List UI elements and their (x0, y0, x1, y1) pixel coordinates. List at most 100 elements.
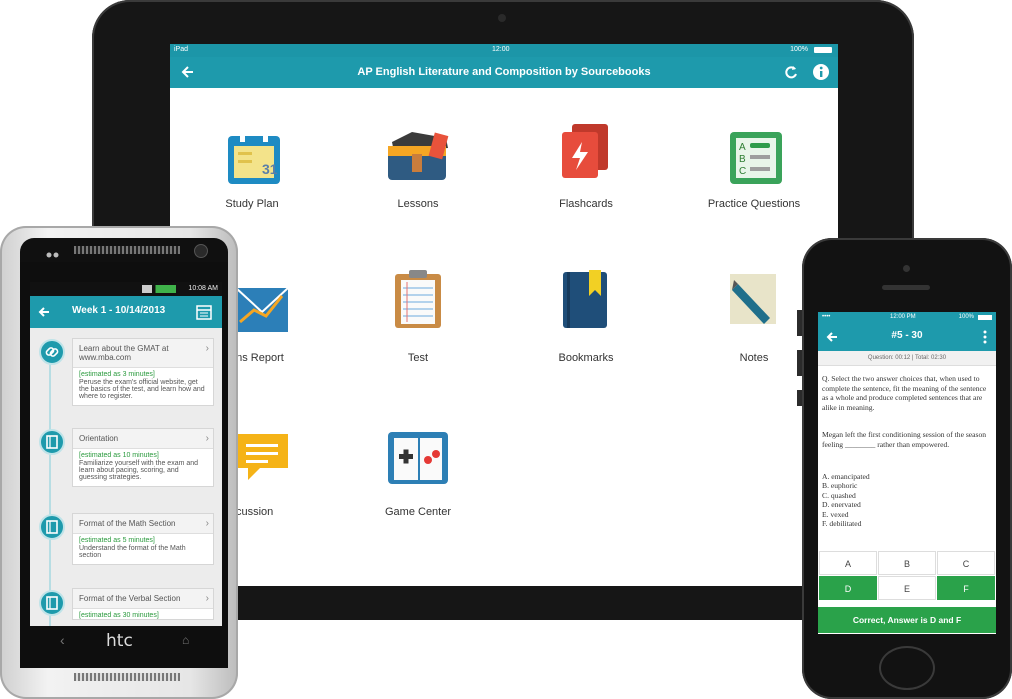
htc-bottom-grille (74, 673, 180, 681)
step-description: Familiarize yourself with the exam and l… (79, 460, 199, 481)
calendar-icon[interactable] (196, 304, 212, 320)
step-estimate: [estimated as 30 minutes] (79, 612, 159, 619)
step-title-text: Format of the Math Section (79, 519, 176, 528)
tile-label: Study Plan (225, 198, 279, 210)
answer-button-d[interactable]: D (819, 576, 877, 600)
tile-label: Game Center (384, 506, 452, 518)
ipad-nav-bar: AP English Literature and Composition by… (170, 57, 838, 88)
step-title: Learn about the GMAT at www.mba.com › (73, 339, 213, 368)
step-title: Format of the Math Section › (73, 514, 213, 534)
step-title-text: Format of the Verbal Section (79, 594, 181, 603)
htc-logo: htc (106, 631, 133, 651)
answer-button-a[interactable]: A (819, 551, 877, 575)
pencil-icon (730, 274, 776, 324)
step-description: Peruse the exam's official website, get … (79, 379, 205, 400)
htc-clock: 10:08 AM (188, 285, 218, 292)
tile-label: cussion (236, 506, 274, 518)
answer-button-b[interactable]: B (878, 551, 936, 575)
step-title: Format of the Verbal Section › (73, 589, 213, 609)
answer-button-f[interactable]: F (937, 576, 995, 600)
question-timer: Question: 00:12 | Total: 02:30 (818, 351, 996, 366)
choice-item: E. vexed (822, 509, 849, 519)
bookmark-book-icon (563, 270, 607, 328)
step-description: Understand the format of the Math sectio… (79, 545, 186, 559)
study-step-card[interactable]: Format of the Verbal Section › [estimated… (72, 588, 214, 620)
back-arrow-icon[interactable] (178, 62, 198, 82)
tile-bookmarks[interactable]: Bookmarks (516, 254, 656, 374)
iphone-speaker (882, 285, 930, 290)
more-vertical-icon[interactable] (982, 329, 988, 345)
svg-text:A: A (739, 142, 746, 153)
tile-label: Practice Questions (707, 198, 801, 210)
tile-game-center[interactable]: Game Center (348, 408, 488, 528)
back-arrow-icon[interactable] (36, 304, 52, 320)
gamepad-book-icon (388, 432, 448, 484)
choice-item: D. enervated (822, 500, 861, 510)
satchel-icon (388, 132, 449, 180)
iphone-mute-switch (797, 390, 802, 406)
iphone-volume-button (797, 310, 802, 336)
step-title: Orientation › (73, 429, 213, 449)
study-step-card[interactable]: Format of the Math Section › [estimated a… (72, 513, 214, 565)
ipad-status-bar: iPad 12:00 100% (170, 44, 838, 57)
htc-sensor-dots (46, 246, 59, 258)
tile-label: Bookmarks (558, 352, 614, 364)
step-title-text: Orientation (79, 434, 119, 443)
iphone-nav-title: #5 - 30 (891, 330, 923, 341)
answer-button-c[interactable]: C (937, 551, 995, 575)
tile-study-plan[interactable]: 31 Study Plan (182, 100, 322, 220)
study-step-card[interactable]: Orientation › [estimated as 10 minutes] F… (72, 428, 214, 487)
iphone-camera (903, 265, 910, 272)
iphone-carrier: •••• (822, 314, 831, 320)
ipad-screen: iPad 12:00 100% AP English Literature an… (170, 44, 838, 586)
result-banner: Correct, Answer is D and F (818, 607, 996, 633)
iphone-volume-button (797, 350, 802, 376)
htc-front-camera (194, 244, 208, 258)
chart-envelope-icon (235, 287, 289, 332)
book-icon (39, 429, 65, 455)
info-icon[interactable] (812, 63, 830, 81)
question-text: Q. Select the two answer choices that, w… (822, 374, 987, 412)
ipad-title: AP English Literature and Composition by… (357, 66, 651, 78)
signal-battery-icon (142, 285, 176, 293)
ipad-carrier: iPad (174, 46, 189, 53)
step-estimate: [estimated as 5 minutes] (79, 537, 155, 544)
iphone-screen: •••• 12:00 PM 100% #5 - 30 Question: 00:… (818, 312, 996, 634)
book-icon (39, 590, 65, 616)
htc-softkeys: ‹ htc ⌂ (30, 626, 222, 656)
ipad-battery-text: 100% (790, 46, 808, 53)
choice-item: F. debilitated (822, 519, 862, 529)
chevron-right-icon: › (205, 593, 209, 604)
chevron-right-icon: › (205, 518, 209, 529)
tile-label: Test (407, 352, 429, 364)
chevron-right-icon: › (205, 433, 209, 444)
step-estimate: [estimated as 10 minutes] (79, 452, 159, 459)
tile-practice-questions[interactable]: A B C Practice Questions (684, 100, 824, 220)
back-key-icon[interactable]: ‹ (60, 632, 65, 648)
sync-icon[interactable] (782, 63, 800, 81)
battery-icon (814, 47, 832, 53)
choice-item: C. quashed (822, 490, 856, 500)
tile-label: Lessons (397, 198, 439, 210)
ipad-clock: 12:00 (492, 46, 510, 53)
iphone-nav-bar: #5 - 30 (818, 323, 996, 351)
htc-screen: 10:08 AM Week 1 - 10/14/2013 Learn about… (30, 282, 222, 626)
svg-text:C: C (739, 166, 746, 177)
tile-label: ons Report (230, 352, 284, 364)
tile-lessons[interactable]: Lessons (348, 100, 488, 220)
study-step-card[interactable]: Learn about the GMAT at www.mba.com › [es… (72, 338, 214, 406)
choice-item: B. euphoric (822, 481, 858, 491)
chat-bubble-icon (236, 434, 288, 480)
home-key-icon[interactable]: ⌂ (182, 633, 189, 647)
tile-test[interactable]: Test (348, 254, 488, 374)
battery-icon (978, 315, 992, 320)
iphone-home-button[interactable] (879, 646, 935, 690)
calendar-icon: 31 (228, 132, 280, 184)
clipboard-icon (395, 270, 441, 328)
ipad-camera (498, 14, 506, 22)
answer-button-e[interactable]: E (878, 576, 936, 600)
tile-flashcards[interactable]: Flashcards (516, 100, 656, 220)
iphone-battery-text: 100% (958, 314, 974, 320)
iphone-status-bar: •••• 12:00 PM 100% (818, 312, 996, 323)
question-prompt: Megan left the first conditioning sessio… (822, 430, 987, 449)
